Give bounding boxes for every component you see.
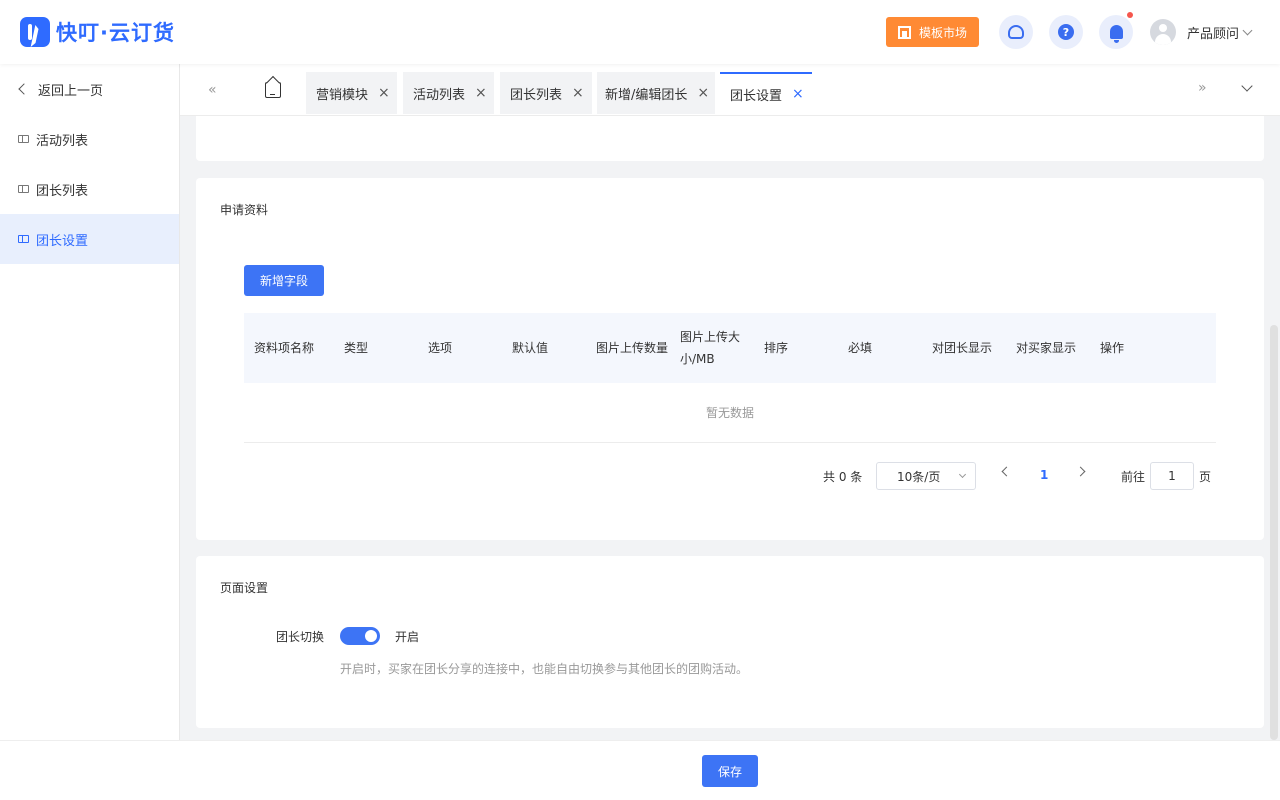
page-size-value: 10条/页 — [897, 469, 941, 484]
tab-label: 活动列表 — [413, 87, 466, 103]
close-icon[interactable]: × — [378, 85, 390, 101]
column-header: 类型 — [344, 341, 369, 355]
sidebar-item-leader-settings[interactable]: 团长设置 — [0, 214, 179, 264]
pagination-total: 共 0 条 — [823, 470, 863, 484]
help-button[interactable]: ? — [1049, 15, 1083, 49]
tab-bar: « 营销模块 × 活动列表 × 团长列表 × 新增/编辑团长 × 团长设置 × … — [180, 64, 1280, 116]
tab-edit-leader[interactable]: 新增/编辑团长 × — [597, 72, 715, 114]
footer-bar: 保存 — [0, 740, 1280, 800]
home-icon[interactable] — [265, 82, 281, 98]
previous-section-card — [196, 116, 1264, 161]
scrollbar[interactable] — [1270, 325, 1278, 740]
switch-label: 团长切换 — [276, 630, 325, 644]
tab-leader-settings[interactable]: 团长设置 × — [720, 72, 812, 114]
sidebar-item-label: 团长设置 — [36, 233, 89, 249]
tab-label: 团长列表 — [510, 87, 563, 103]
template-market-button[interactable]: 模板市场 — [886, 17, 979, 47]
logo-mark-icon — [20, 17, 50, 47]
help-icon: ? — [1058, 24, 1074, 40]
switch-hint: 开启时，买家在团长分享的连接中，也能自由切换参与其他团长的团购活动。 — [340, 662, 749, 676]
layout-template-icon — [897, 25, 911, 39]
notifications-button[interactable] — [1099, 12, 1133, 49]
prev-page-icon[interactable] — [1001, 466, 1012, 477]
empty-state: 暂无数据 — [244, 383, 1216, 443]
user-name: 产品顾问 — [1187, 26, 1240, 42]
column-header: 对团长显示 — [932, 341, 993, 355]
headset-icon — [1008, 25, 1024, 39]
next-page-icon[interactable] — [1075, 466, 1086, 477]
tab-label: 团长设置 — [730, 88, 783, 104]
back-label: 返回上一页 — [38, 83, 104, 99]
app-logo[interactable]: 快叮·云订货 — [20, 17, 175, 47]
page-settings-card: 页面设置 团长切换 开启 开启时，买家在团长分享的连接中，也能自由切换参与其他团… — [196, 556, 1264, 728]
add-field-button[interactable]: 新增字段 — [244, 265, 324, 296]
column-header: 操作 — [1100, 341, 1125, 355]
page-suffix: 页 — [1199, 470, 1212, 484]
switch-state: 开启 — [395, 630, 420, 644]
tab-leader-list[interactable]: 团长列表 × — [500, 72, 592, 114]
ticket-icon — [18, 235, 29, 243]
chevron-left-icon — [18, 83, 30, 95]
sidebar-item-label: 团长列表 — [36, 183, 89, 199]
column-header: 排序 — [764, 341, 789, 355]
bell-icon — [1109, 25, 1123, 43]
column-header: 图片上传数量 — [596, 341, 669, 355]
customer-service-button[interactable] — [999, 15, 1033, 49]
close-icon[interactable]: × — [792, 86, 804, 102]
column-header: 必填 — [848, 341, 873, 355]
ticket-icon — [18, 135, 29, 143]
table-header: 资料项名称 类型 选项 默认值 图片上传数量 图片上传大小/MB 排序 必填 对… — [244, 313, 1216, 383]
page-size-select[interactable]: 10条/页 — [876, 462, 976, 490]
close-icon[interactable]: × — [475, 85, 487, 101]
goto-label: 前往 — [1121, 470, 1146, 484]
current-page[interactable]: 1 — [1040, 468, 1048, 482]
column-header: 资料项名称 — [254, 341, 315, 355]
column-header: 图片上传大小/MB — [680, 330, 741, 366]
chevron-down-icon — [1242, 25, 1253, 35]
tab-label: 营销模块 — [316, 87, 369, 103]
tab-label: 新增/编辑团长 — [605, 87, 688, 103]
leader-switch-toggle[interactable] — [340, 627, 380, 645]
application-data-card: 申请资料 新增字段 资料项名称 类型 选项 默认值 图片上传数量 图片上传大小/… — [196, 178, 1264, 540]
double-chevron-right-icon[interactable]: » — [1198, 80, 1207, 96]
user-menu[interactable]: 产品顾问 — [1150, 19, 1253, 45]
sidebar-item-leader-list[interactable]: 团长列表 — [0, 164, 179, 214]
app-name: 快叮·云订货 — [56, 21, 175, 45]
save-button[interactable]: 保存 — [702, 755, 758, 787]
close-icon[interactable]: × — [697, 85, 709, 101]
tab-activity-list[interactable]: 活动列表 × — [403, 72, 494, 114]
column-header: 选项 — [428, 341, 453, 355]
sidebar-item-activity-list[interactable]: 活动列表 — [0, 114, 179, 164]
column-header: 默认值 — [512, 341, 549, 355]
sidebar-item-label: 活动列表 — [36, 133, 89, 149]
section-title: 申请资料 — [220, 203, 269, 217]
section-title: 页面设置 — [220, 581, 269, 595]
goto-page-input[interactable]: 1 — [1150, 462, 1194, 490]
notification-dot — [1127, 12, 1133, 18]
back-button[interactable]: 返回上一页 — [0, 64, 179, 114]
double-chevron-left-icon[interactable]: « — [208, 82, 217, 98]
chevron-down-icon — [958, 470, 967, 479]
ticket-icon — [18, 185, 29, 193]
top-header: 快叮·云订货 模板市场 ? 产品顾问 — [0, 0, 1280, 64]
column-header: 对买家显示 — [1016, 341, 1077, 355]
template-market-label: 模板市场 — [918, 25, 967, 40]
chevron-down-icon[interactable] — [1241, 80, 1253, 92]
avatar — [1150, 19, 1176, 45]
tab-marketing-module[interactable]: 营销模块 × — [306, 72, 397, 114]
close-icon[interactable]: × — [572, 85, 584, 101]
sidebar: 返回上一页 活动列表 团长列表 团长设置 — [0, 64, 180, 740]
